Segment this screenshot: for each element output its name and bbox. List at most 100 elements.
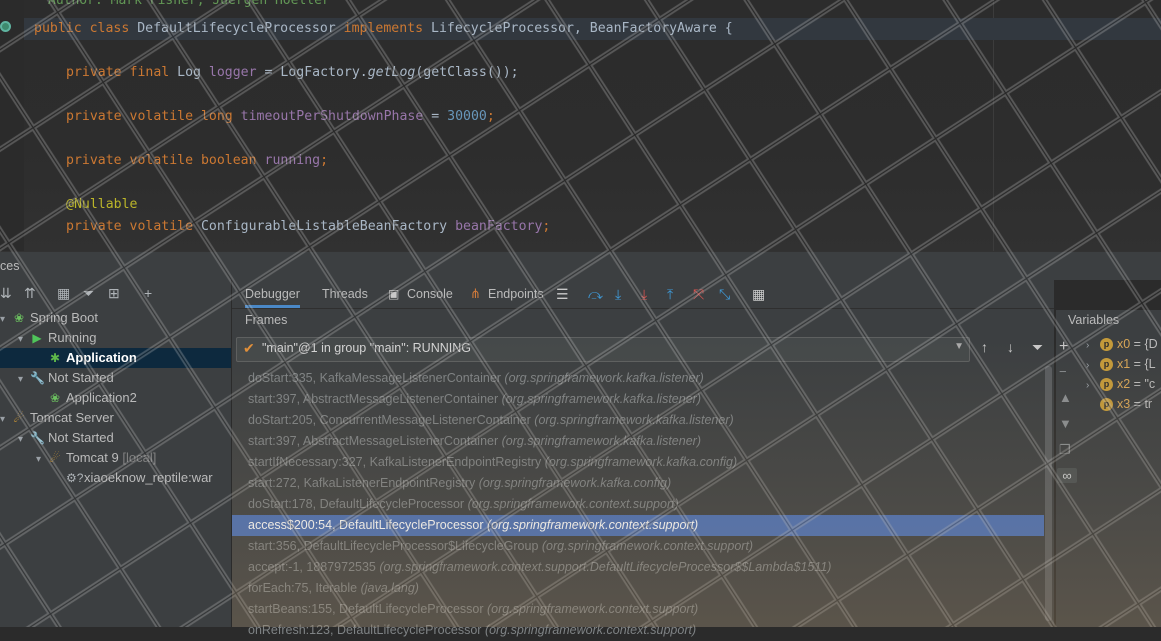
collapse-all-icon[interactable]: ⇈ bbox=[24, 285, 36, 302]
code-line[interactable]: private final Log logger = LogFactory.ge… bbox=[66, 62, 519, 84]
frame-row[interactable]: doStart:205, ConcurrentMessageListenerCo… bbox=[232, 410, 1044, 431]
tree-item[interactable]: ▾ 🔧 Not Started bbox=[0, 368, 231, 390]
frame-row[interactable]: startBeans:155, DefaultLifecycleProcesso… bbox=[232, 599, 1044, 620]
new-watch-icon[interactable]: + bbox=[1059, 338, 1068, 356]
variable-name: x2 bbox=[1117, 377, 1131, 391]
tomcat-icon: ☄ bbox=[13, 411, 25, 425]
frames-filter-icon[interactable]: ⏷ bbox=[1032, 339, 1043, 356]
tab-debugger[interactable]: Debugger bbox=[245, 280, 300, 308]
variable-row[interactable]: › p x2 = "c bbox=[1086, 374, 1155, 394]
frame-row[interactable]: startIfNecessary:327, KafkaListenerEndpo… bbox=[232, 452, 1044, 473]
tree-item-label: Not Started bbox=[48, 370, 114, 385]
frame-row[interactable]: start:397, AbstractMessageListenerContai… bbox=[232, 389, 1044, 410]
code-token: ; bbox=[320, 153, 329, 168]
variable-row[interactable]: › p x1 = {L bbox=[1086, 354, 1156, 374]
step-over-icon[interactable]: ⤼ bbox=[588, 286, 603, 303]
frame-row[interactable]: doStart:335, KafkaMessageListenerContain… bbox=[232, 368, 1044, 389]
frames-scrollbar[interactable] bbox=[1045, 366, 1052, 621]
tree-item-label: Running bbox=[48, 330, 97, 345]
variable-value: = {D bbox=[1130, 337, 1158, 351]
run-to-cursor-icon[interactable]: ⤡ bbox=[719, 286, 730, 303]
move-watch-down-icon[interactable]: ▼ bbox=[1059, 416, 1072, 431]
thread-selector[interactable]: ✔ "main"@1 in group "main": RUNNING ▼ bbox=[236, 337, 970, 362]
chevron-down-icon[interactable]: ▾ bbox=[0, 410, 12, 430]
code-token: getLog bbox=[367, 65, 416, 80]
code-line-current[interactable]: public class DefaultLifecycleProcessor i… bbox=[24, 18, 1161, 40]
parameter-icon: p bbox=[1100, 338, 1113, 352]
editor-gutter[interactable] bbox=[0, 0, 24, 251]
chevron-down-icon[interactable]: ▾ bbox=[18, 330, 30, 350]
drop-frame-icon[interactable]: ⤧ bbox=[693, 286, 704, 303]
frame-row[interactable]: start:397, AbstractMessageListenerContai… bbox=[232, 431, 1044, 452]
implementation-gutter-icon[interactable] bbox=[0, 21, 11, 32]
frame-row[interactable]: doStart:178, DefaultLifecycleProcessor (… bbox=[232, 494, 1044, 515]
tree-item[interactable]: ✱ Application bbox=[0, 348, 231, 368]
endpoints-icon: ⋔ bbox=[470, 286, 481, 301]
expand-all-icon[interactable]: ⇊ bbox=[0, 285, 12, 302]
variable-value: = {L bbox=[1130, 357, 1156, 371]
variables-title: Variables bbox=[1068, 313, 1120, 327]
variable-row[interactable]: › p x0 = {D bbox=[1086, 334, 1158, 354]
remove-watch-icon[interactable]: − bbox=[1059, 364, 1067, 379]
evaluate-expression-icon[interactable]: ▦ bbox=[752, 286, 765, 303]
frame-row[interactable]: accept:-1, 1887972535 (org.springframewo… bbox=[232, 557, 1044, 578]
code-line[interactable]: @Nullable bbox=[66, 194, 137, 216]
code-token: running bbox=[264, 153, 321, 168]
chevron-down-icon[interactable]: ▾ bbox=[18, 370, 30, 390]
show-watches-icon[interactable]: ∞ bbox=[1057, 468, 1077, 483]
wrench-icon: 🔧 bbox=[30, 371, 45, 385]
code-token: timeoutPerShutdownPhase bbox=[240, 109, 424, 124]
next-frame-icon[interactable]: ↓ bbox=[1007, 339, 1014, 355]
frame-row[interactable]: onRefresh:123, DefaultLifecycleProcessor… bbox=[232, 620, 1044, 641]
tree-item[interactable]: ▾ ☄ Tomcat Server bbox=[0, 408, 231, 428]
tab-console[interactable]: Console bbox=[407, 280, 453, 308]
force-step-into-icon[interactable]: ⤓ bbox=[641, 286, 647, 303]
services-toolwindow-header: ces bbox=[0, 251, 1161, 281]
frame-row[interactable]: start:356, DefaultLifecycleProcessor$Lif… bbox=[232, 536, 1044, 557]
parameter-icon: p bbox=[1100, 358, 1113, 372]
code-token: (getClass()); bbox=[415, 65, 519, 80]
step-out-icon[interactable]: ⤒ bbox=[667, 286, 673, 303]
tree-item[interactable]: ❀ Application2 bbox=[0, 388, 231, 408]
code-line[interactable]: private volatile ConfigurableListableBea… bbox=[66, 216, 550, 238]
run-icon: ▶ bbox=[32, 331, 42, 345]
chevron-right-icon[interactable]: › bbox=[1086, 376, 1100, 396]
tab-endpoints[interactable]: Endpoints bbox=[488, 280, 544, 308]
new-tab-icon[interactable]: ⊞ bbox=[108, 285, 120, 302]
frame-package: (org.springframework.context.support) bbox=[487, 602, 699, 616]
code-token: private volatile bbox=[66, 219, 201, 234]
chevron-down-icon[interactable]: ▾ bbox=[0, 310, 12, 330]
code-line[interactable]: private volatile long timeoutPerShutdown… bbox=[66, 106, 495, 128]
chevron-right-icon[interactable]: › bbox=[1086, 336, 1100, 356]
tree-item-label: Tomcat 9 bbox=[66, 450, 119, 465]
wrench-icon: 🔧 bbox=[30, 431, 45, 445]
tab-threads[interactable]: Threads bbox=[322, 280, 368, 308]
tree-item[interactable]: ▾ ☄ Tomcat 9 [local] bbox=[0, 448, 231, 470]
tree-item[interactable]: ▾ 🔧 Not Started bbox=[0, 428, 231, 450]
variable-row[interactable]: p x3 = tr bbox=[1086, 394, 1152, 414]
artifact-icon: ⚙? bbox=[66, 471, 84, 485]
chevron-down-icon[interactable]: ▾ bbox=[18, 430, 30, 450]
frame-row[interactable]: start:272, KafkaListenerEndpointRegistry… bbox=[232, 473, 1044, 494]
toolwindow-title: ces bbox=[0, 259, 20, 273]
tree-item[interactable]: ▾ ▶ Running bbox=[0, 328, 231, 350]
step-into-icon[interactable]: ⤓ bbox=[615, 286, 621, 303]
frame-row-selected[interactable]: access$200:54, DefaultLifecycleProcessor… bbox=[232, 515, 1044, 536]
frame-method: doStart:205, ConcurrentMessageListenerCo… bbox=[248, 413, 535, 427]
tree-item[interactable]: ⚙?xiaoeknow_reptile:war bbox=[0, 468, 231, 488]
move-watch-up-icon[interactable]: ▲ bbox=[1059, 390, 1072, 405]
copy-watch-icon[interactable]: ❐ bbox=[1059, 442, 1071, 458]
tree-item[interactable]: ▾ ❀ Spring Boot bbox=[0, 308, 231, 328]
code-token: ConfigurableListableBeanFactory bbox=[200, 219, 456, 234]
filter-icon[interactable]: ⏷ bbox=[83, 285, 94, 302]
add-service-icon[interactable]: + bbox=[144, 285, 152, 301]
chevron-right-icon[interactable]: › bbox=[1086, 356, 1100, 376]
variable-name: x3 bbox=[1117, 397, 1131, 411]
code-editor[interactable]: Author: Mark Fisher, Juergen Hoeller pub… bbox=[0, 0, 1161, 251]
code-line[interactable]: private volatile boolean running; bbox=[66, 150, 328, 172]
previous-frame-icon[interactable]: ↑ bbox=[981, 339, 988, 355]
layout-menu-icon[interactable]: ☰ bbox=[556, 286, 569, 303]
frame-row[interactable]: forEach:75, Iterable (java.lang) bbox=[232, 578, 1044, 599]
group-by-icon[interactable]: ▦ bbox=[57, 285, 70, 302]
chevron-down-icon[interactable]: ▾ bbox=[36, 450, 48, 470]
